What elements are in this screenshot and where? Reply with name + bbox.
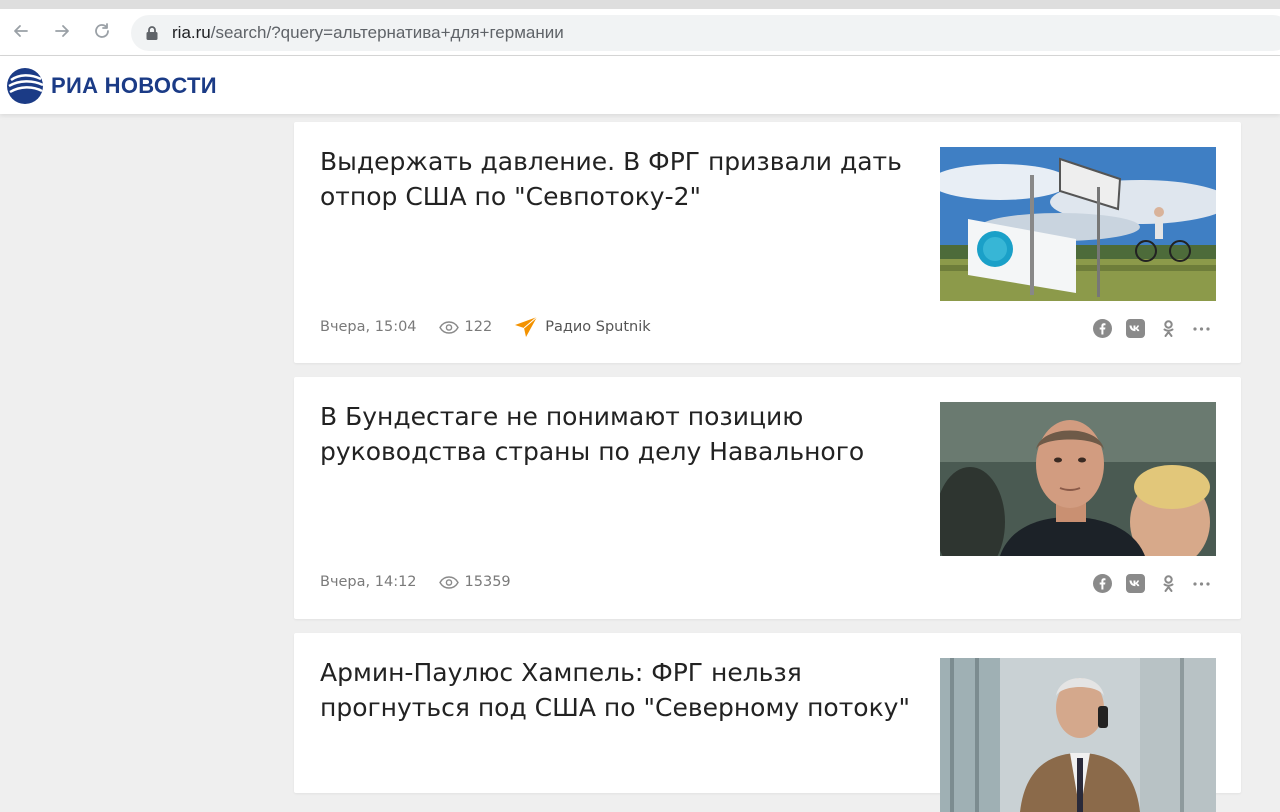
article-title[interactable]: В Бундестаге не понимают позицию руковод… — [320, 399, 920, 469]
url-host: ria.ru — [172, 23, 211, 42]
vk-icon — [1126, 574, 1145, 593]
back-button[interactable] — [9, 19, 33, 43]
share-vk-button[interactable] — [1126, 574, 1145, 593]
views-count: 122 — [438, 319, 493, 335]
article-card[interactable]: Выдержать давление. В ФРГ призвали дать … — [294, 122, 1241, 363]
odnoklassniki-icon — [1163, 575, 1174, 592]
lock-icon — [146, 26, 158, 40]
share-ok-button[interactable] — [1159, 319, 1178, 338]
sputnik-icon — [515, 316, 538, 337]
url-path: /search/?query=альтернатива+для+германии — [210, 23, 564, 42]
more-options-button[interactable] — [1192, 574, 1211, 593]
article-image[interactable] — [940, 658, 1216, 812]
article-image[interactable] — [940, 147, 1216, 301]
share-vk-button[interactable] — [1126, 319, 1145, 338]
article-meta: Вчера, 14:12 15359 — [320, 572, 511, 592]
logo-text: РИА НОВОСТИ — [51, 73, 217, 98]
share-ok-button[interactable] — [1159, 574, 1178, 593]
article-image[interactable] — [940, 402, 1216, 556]
views-value: 122 — [464, 319, 493, 335]
forward-button[interactable] — [50, 19, 74, 43]
article-title[interactable]: Выдержать давление. В ФРГ призвали дать … — [320, 144, 920, 214]
facebook-icon — [1093, 319, 1112, 338]
eye-icon — [438, 320, 459, 334]
publish-time: Вчера, 14:12 — [320, 574, 417, 590]
more-dots-icon — [1193, 327, 1210, 331]
ria-globe-icon — [7, 68, 44, 104]
publish-time: Вчера, 15:04 — [320, 319, 417, 335]
share-facebook-button[interactable] — [1093, 319, 1112, 338]
share-bar — [1079, 319, 1211, 338]
browser-toolbar: ria.ru/search/?query=альтернатива+для+ге… — [0, 9, 1280, 56]
nord-stream-sign-photo — [940, 147, 1216, 301]
more-options-button[interactable] — [1192, 319, 1211, 338]
arrow-left-icon — [14, 25, 28, 37]
reload-button[interactable] — [90, 19, 114, 43]
article-source[interactable]: Радио Sputnik — [514, 316, 651, 338]
odnoklassniki-icon — [1163, 320, 1174, 337]
views-count: 15359 — [438, 574, 511, 590]
article-meta: Вчера, 15:04 122 Радио Sputnik — [320, 316, 651, 338]
vk-icon — [1126, 319, 1145, 338]
ria-logo[interactable]: РИА НОВОСТИ — [5, 66, 217, 106]
more-dots-icon — [1193, 582, 1210, 586]
article-card[interactable]: Армин-Паулюс Хампель: ФРГ нельзя прогнут… — [294, 633, 1241, 812]
url-text: ria.ru/search/?query=альтернатива+для+ге… — [172, 23, 564, 43]
views-value: 15359 — [464, 574, 511, 590]
share-bar — [1079, 574, 1211, 593]
man-on-phone-photo — [940, 658, 1216, 812]
reload-icon — [95, 23, 109, 38]
site-header: РИА НОВОСТИ — [0, 56, 1280, 114]
source-label: Радио Sputnik — [545, 319, 651, 335]
eye-icon — [438, 575, 459, 589]
facebook-icon — [1093, 574, 1112, 593]
browser-tab-strip — [0, 0, 1280, 9]
article-card[interactable]: В Бундестаге не понимают позицию руковод… — [294, 377, 1241, 619]
address-bar[interactable]: ria.ru/search/?query=альтернатива+для+ге… — [131, 15, 1280, 51]
arrow-right-icon — [55, 25, 69, 37]
article-title[interactable]: Армин-Паулюс Хампель: ФРГ нельзя прогнут… — [320, 655, 920, 725]
share-facebook-button[interactable] — [1093, 574, 1112, 593]
portrait-photo — [940, 402, 1216, 556]
